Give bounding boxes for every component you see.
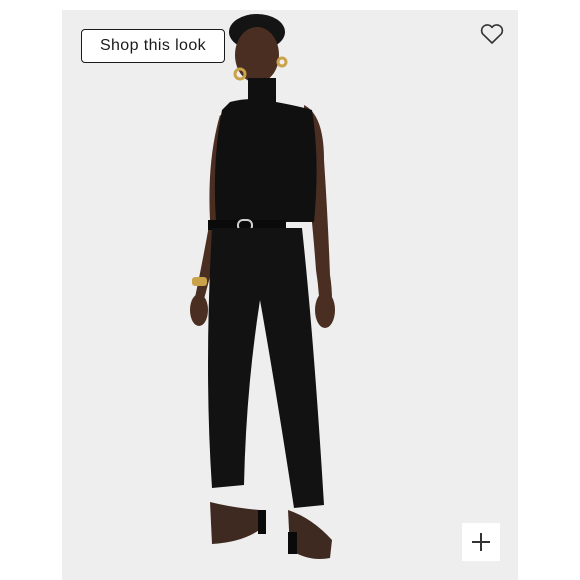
model-figure <box>190 14 335 559</box>
product-photo <box>62 10 518 580</box>
expand-plus-button[interactable] <box>462 523 500 561</box>
plus-icon <box>472 533 490 551</box>
favorite-heart-icon[interactable] <box>479 22 505 46</box>
shop-this-look-button[interactable]: Shop this look <box>81 29 225 63</box>
